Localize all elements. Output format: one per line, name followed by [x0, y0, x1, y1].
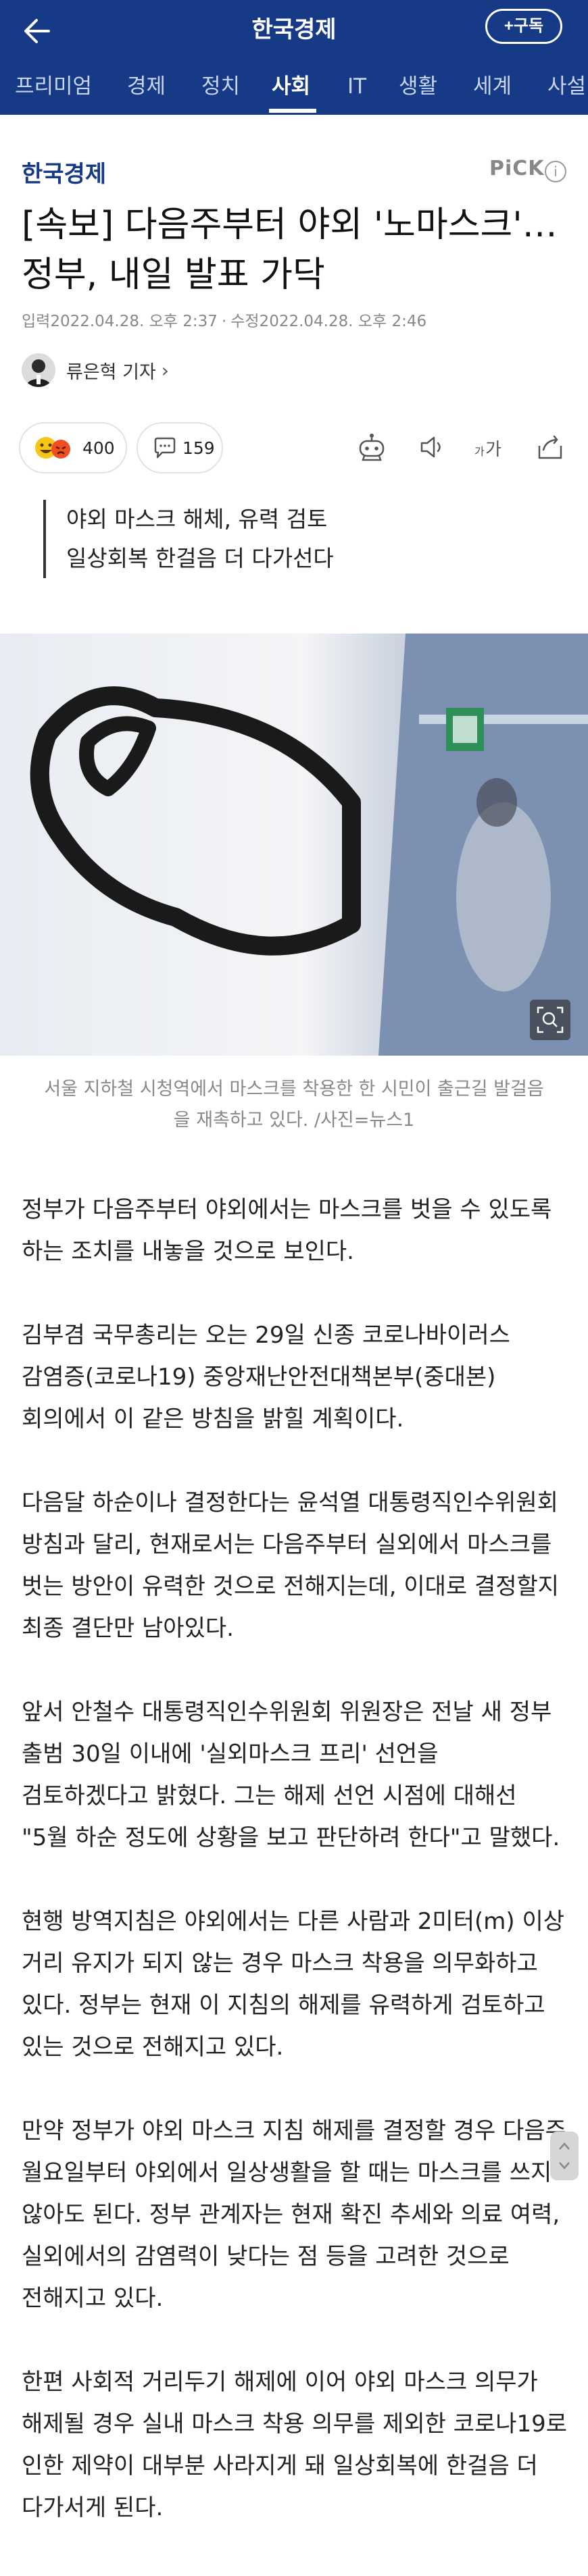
- subway-mask-photo: [0, 634, 588, 1056]
- comment-icon: [154, 437, 176, 459]
- tab-it[interactable]: IT: [347, 72, 366, 101]
- article-headline: [속보] 다음주부터 야외 '노마스크'… 정부, 내일 발표 가닥: [22, 205, 558, 295]
- info-icon[interactable]: i: [545, 161, 566, 182]
- svg-text:가: 가: [485, 440, 501, 460]
- emoji-reaction-icon: [35, 437, 70, 459]
- date-separator: ·: [221, 313, 227, 330]
- chevron-right-icon: ›: [161, 359, 169, 382]
- paragraph: 다음달 하순이나 결정한다는 윤석열 대통령직인수위원회 방침과 달리, 현재로…: [22, 1489, 560, 1642]
- pick-badge: PiCK: [489, 157, 545, 180]
- summary-line: 야외 마스크 해체, 유력 검토: [66, 506, 328, 532]
- author-photo-icon: [22, 353, 55, 387]
- tab-world[interactable]: 세계: [473, 72, 512, 101]
- tab-premium[interactable]: 프리미엄: [15, 72, 92, 101]
- comment-button[interactable]: 159: [137, 422, 223, 473]
- share-icon[interactable]: [533, 430, 568, 465]
- press-logo[interactable]: 한국경제: [22, 155, 106, 188]
- speaker-icon[interactable]: [415, 430, 450, 465]
- tab-life[interactable]: 생활: [399, 72, 437, 101]
- paragraph: 앞서 안철수 대통령직인수위원회 위원장은 전날 새 정부 출범 30일 이내에…: [22, 1699, 560, 1851]
- zoom-icon: [537, 1006, 564, 1033]
- article-summary: 야외 마스크 해체, 유력 검토 일상회복 한걸음 더 다가선다: [43, 500, 557, 578]
- tab-society[interactable]: 사회: [272, 72, 310, 101]
- zoom-button[interactable]: [530, 1000, 570, 1040]
- avatar: [22, 353, 55, 387]
- modified-date: 수정2022.04.28. 오후 2:46: [230, 313, 427, 330]
- article-body: 정부가 다음주부터 야외에서는 마스크를 벗을 수 있도록 하는 조치를 내놓을…: [22, 1189, 569, 2571]
- svg-text:가: 가: [474, 445, 485, 458]
- subscribe-button[interactable]: +구독: [485, 9, 562, 44]
- scroll-arrows-icon: [559, 2142, 570, 2169]
- paragraph: 한편 사회적 거리두기 해제에 이어 야외 마스크 의무가 해제될 경우 실내 …: [22, 2369, 568, 2521]
- summary-line: 일상회복 한걸음 더 다가선다: [66, 545, 334, 571]
- active-tab-indicator: [269, 109, 316, 113]
- tab-politics[interactable]: 정치: [201, 72, 240, 101]
- paragraph: 만약 정부가 야외 마스크 지침 해제를 결정할 경우 다음주 월요일부터 야외…: [22, 2117, 566, 2312]
- robot-icon[interactable]: [354, 430, 389, 465]
- article-photo[interactable]: [0, 634, 588, 1056]
- scroll-handle[interactable]: [550, 2132, 579, 2180]
- paragraph: 정부가 다음주부터 야외에서는 마스크를 벗을 수 있도록 하는 조치를 내놓을…: [22, 1196, 552, 1265]
- image-caption: 서울 지하철 시청역에서 마스크를 착용한 한 시민이 출근길 발걸음을 재촉하…: [44, 1079, 544, 1131]
- author-row[interactable]: 류은혁 기자 ›: [22, 351, 169, 389]
- article-dates: 입력2022.04.28. 오후 2:37 · 수정2022.04.28. 오후 2…: [22, 308, 426, 331]
- paragraph: 김부겸 국무총리는 오는 29일 신종 코로나바이러스 감염증(코로나19) 중…: [22, 1322, 510, 1433]
- paragraph: 현행 방역지침은 야외에서는 다른 사람과 2미터(m) 이상 거리 유지가 되…: [22, 1908, 565, 2061]
- published-date: 입력2022.04.28. 오후 2:37: [22, 313, 218, 330]
- top-app-bar: 한국경제 +구독: [0, 0, 588, 59]
- author-name[interactable]: 류은혁 기자: [66, 357, 156, 384]
- comment-count: 159: [182, 438, 215, 458]
- emoji-reaction-button[interactable]: 400: [19, 422, 127, 473]
- font-size-icon[interactable]: 가 가: [472, 430, 507, 465]
- tab-economy[interactable]: 경제: [127, 72, 166, 101]
- category-nav: 프리미엄 경제 정치 사회 IT 생활 세계 사설: [0, 59, 588, 115]
- tab-editorial[interactable]: 사설: [547, 72, 586, 101]
- emoji-count: 400: [82, 438, 115, 458]
